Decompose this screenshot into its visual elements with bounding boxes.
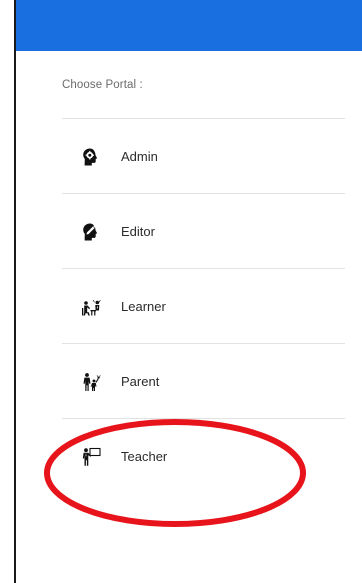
header-bar (16, 0, 362, 51)
teacher-board-icon (81, 447, 101, 467)
portal-label: Editor (121, 224, 155, 239)
head-pen-icon (81, 222, 101, 242)
choose-portal-label: Choose Portal : (62, 79, 143, 91)
parent-child-icon (81, 372, 101, 392)
learner-icon (81, 297, 101, 317)
portal-list: Admin Editor Learner Parent Teacher (62, 118, 345, 493)
portal-item-parent[interactable]: Parent (62, 343, 345, 418)
portal-label: Learner (121, 299, 166, 314)
portal-label: Teacher (121, 449, 168, 464)
portal-item-teacher[interactable]: Teacher (62, 418, 345, 493)
portal-label: Parent (121, 374, 160, 389)
portal-item-admin[interactable]: Admin (62, 118, 345, 193)
app-frame: Choose Portal : Admin Editor Learner Par… (0, 0, 362, 583)
portal-label: Admin (121, 149, 158, 164)
portal-item-learner[interactable]: Learner (62, 268, 345, 343)
head-gear-icon (81, 147, 101, 167)
portal-item-editor[interactable]: Editor (62, 193, 345, 268)
